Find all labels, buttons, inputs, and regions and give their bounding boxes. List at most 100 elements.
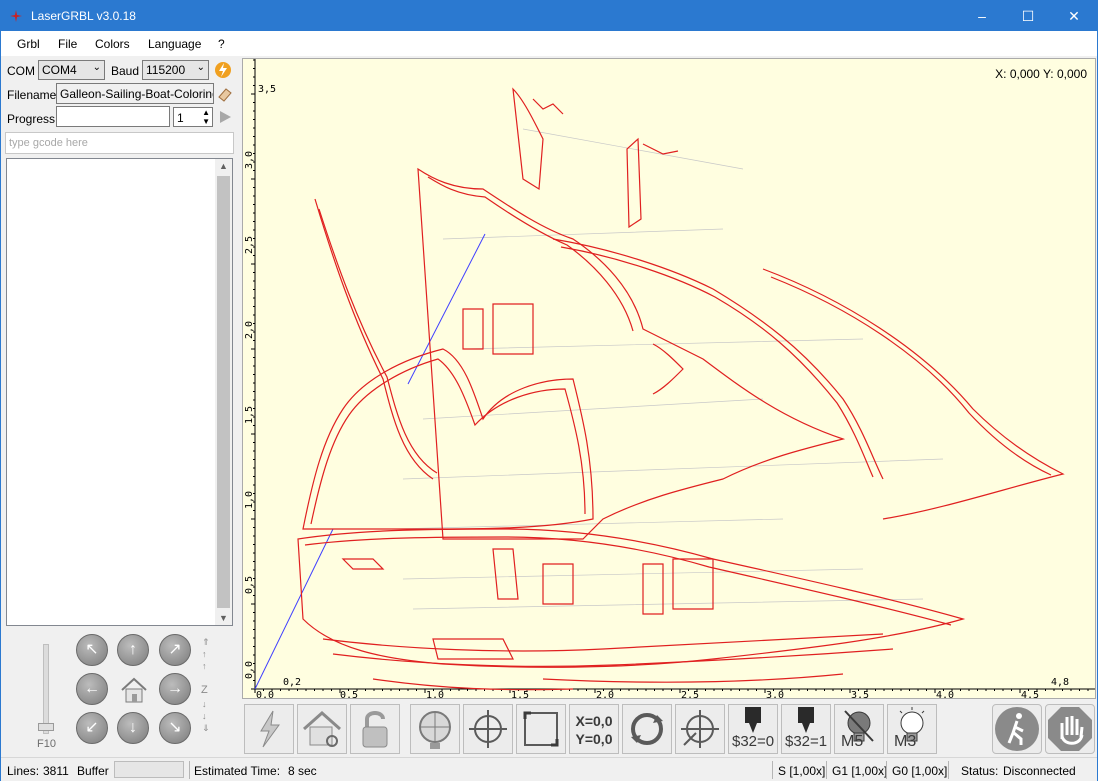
bottom-toolbar: X=0,0 Y=0,0 $32=0 $32=1 M5 M3 <box>242 701 1096 757</box>
stop-hand-icon <box>1048 707 1092 751</box>
laser-mode-off-button[interactable]: $32=0 <box>728 704 778 754</box>
minimize-button[interactable]: – <box>959 1 1005 31</box>
laser-mode-on-icon <box>798 707 814 733</box>
center-target-icon <box>469 710 507 748</box>
x-tick-label: 2,5 <box>681 690 699 699</box>
scrollbar-thumb[interactable] <box>217 176 230 608</box>
home-icon[interactable] <box>119 675 149 705</box>
x-tick-label: 1,0 <box>426 690 444 699</box>
com-port-select[interactable]: COM4 ⌄ <box>38 60 105 80</box>
coordinate-readout: X: 0,000 Y: 0,000 <box>995 67 1087 81</box>
stop-button[interactable] <box>1045 704 1095 754</box>
connect-button[interactable] <box>244 704 294 754</box>
eraser-icon[interactable] <box>216 85 234 103</box>
set-origin-y-label: Y=0,0 <box>575 731 613 747</box>
g1-override[interactable]: G1 [1,00x] <box>832 764 887 778</box>
x-tick-label: 2,0 <box>596 690 614 699</box>
connect-icon[interactable] <box>213 60 233 80</box>
set-origin-x-label: X=0,0 <box>575 713 613 729</box>
menu-colors[interactable]: Colors <box>95 37 130 51</box>
m5-label: M5 <box>841 733 864 750</box>
laser-mode-off-label: $32=0 <box>732 733 775 750</box>
z-up-arrows-icon[interactable]: ⇑ ↑ ↑ <box>202 636 210 672</box>
jog-up-left-button[interactable]: ↖ <box>76 634 108 666</box>
close-button[interactable]: ✕ <box>1051 1 1097 31</box>
scroll-up-icon[interactable]: ▲ <box>219 161 228 171</box>
center-button[interactable] <box>463 704 513 754</box>
laser-mode-on-label: $32=1 <box>785 733 828 750</box>
laser-mode-off-icon <box>745 707 761 733</box>
jog-up-right-button[interactable]: ↗ <box>159 634 191 666</box>
y-tick-label: 0,0 <box>244 661 255 679</box>
console-log[interactable]: ▲ ▼ <box>6 158 233 626</box>
baud-rate-value: 115200 <box>146 63 186 77</box>
scroll-down-icon[interactable]: ▼ <box>219 613 228 623</box>
x-tick-label: 3,5 <box>851 690 869 699</box>
unlock-button[interactable] <box>350 704 400 754</box>
lines-value: 3811 <box>43 764 69 778</box>
y-tick-label: 0,5 <box>244 576 255 594</box>
title-bar[interactable]: LaserGRBL v3.0.18 – ☐ ✕ <box>1 1 1097 31</box>
s-override[interactable]: S [1,00x] <box>778 764 825 778</box>
target-zero-icon <box>681 710 719 748</box>
speed-slider-handle[interactable] <box>38 723 54 731</box>
gcode-input[interactable]: type gcode here <box>5 132 234 154</box>
status-label: Status: <box>961 764 999 778</box>
laser-off-button[interactable]: M5 <box>834 704 884 754</box>
x-tick-label: 0,0 <box>256 690 274 699</box>
jog-right-button[interactable]: → <box>159 673 191 705</box>
status-separator <box>189 761 190 779</box>
maximize-button[interactable]: ☐ <box>1005 1 1051 31</box>
speed-slider-track[interactable] <box>43 644 49 734</box>
laser-app-icon <box>10 10 22 22</box>
app-window: LaserGRBL v3.0.18 – ☐ ✕ Grbl File Colors… <box>0 0 1098 781</box>
filename-field[interactable]: Galleon-Sailing-Boat-Coloring-Pa <box>56 83 214 104</box>
frame-button[interactable] <box>516 704 566 754</box>
jog-down-button[interactable]: ↓ <box>117 712 149 744</box>
baud-label: Baud <box>111 64 140 78</box>
menu-language[interactable]: Language <box>148 37 201 51</box>
menu-grbl[interactable]: Grbl <box>17 37 40 51</box>
baud-rate-select[interactable]: 115200 ⌄ <box>142 60 209 80</box>
feed-hold-button[interactable] <box>992 704 1042 754</box>
jog-down-left-button[interactable]: ↙ <box>76 712 108 744</box>
preview-canvas[interactable]: 0,0 0,2 0,5 1,0 1,5 2,0 2,5 3,0 3,5 4,0 … <box>242 58 1096 699</box>
jog-up-button[interactable]: ↑ <box>117 634 149 666</box>
rotate-button[interactable] <box>622 704 672 754</box>
status-separator <box>948 761 949 779</box>
menu-help[interactable]: ? <box>218 37 225 51</box>
connection-status: Disconnected <box>1003 764 1076 778</box>
status-separator <box>826 761 827 779</box>
jog-down-right-button[interactable]: ↘ <box>159 712 191 744</box>
copies-value: 1 <box>177 111 184 125</box>
x-tick-label: 0,5 <box>340 690 358 699</box>
progress-label: Progress <box>7 112 56 126</box>
z-axis-label: Z <box>201 684 208 696</box>
stepper-arrows-icon[interactable]: ▲ ▼ <box>202 108 210 126</box>
speed-label: F10 <box>37 738 56 750</box>
z-down-arrows-icon[interactable]: ↓ ↓ ⇓ <box>202 698 210 734</box>
buffer-bar <box>114 761 184 778</box>
jog-left-button[interactable]: ← <box>76 673 108 705</box>
y-tick-label: 1,5 <box>244 406 255 424</box>
homing-button[interactable] <box>297 704 347 754</box>
set-origin-button[interactable]: X=0,0 Y=0,0 <box>569 704 619 754</box>
set-origin-icon: X=0,0 Y=0,0 <box>574 712 614 748</box>
menu-file[interactable]: File <box>58 37 77 51</box>
play-icon[interactable] <box>217 109 233 125</box>
target-zero-button[interactable] <box>675 704 725 754</box>
y-max-label: 3,5 <box>258 84 276 95</box>
copies-stepper[interactable]: 1 ▲ ▼ <box>173 107 213 127</box>
y-tick-label: 2,5 <box>244 236 255 254</box>
g0-override[interactable]: G0 [1,00x] <box>892 764 947 778</box>
m3-label: M3 <box>894 733 917 750</box>
console-scrollbar[interactable]: ▲ ▼ <box>215 159 232 625</box>
gcode-preview: 0,0 0,2 0,5 1,0 1,5 2,0 2,5 3,0 3,5 4,0 … <box>243 59 1095 699</box>
unlock-icon <box>362 711 388 748</box>
chevron-down-icon: ⌄ <box>92 62 101 73</box>
estimated-time-label: Estimated Time: <box>194 764 281 778</box>
globe-button[interactable] <box>410 704 460 754</box>
laser-mode-on-button[interactable]: $32=1 <box>781 704 831 754</box>
com-port-value: COM4 <box>42 63 77 77</box>
laser-on-button[interactable]: M3 <box>887 704 937 754</box>
